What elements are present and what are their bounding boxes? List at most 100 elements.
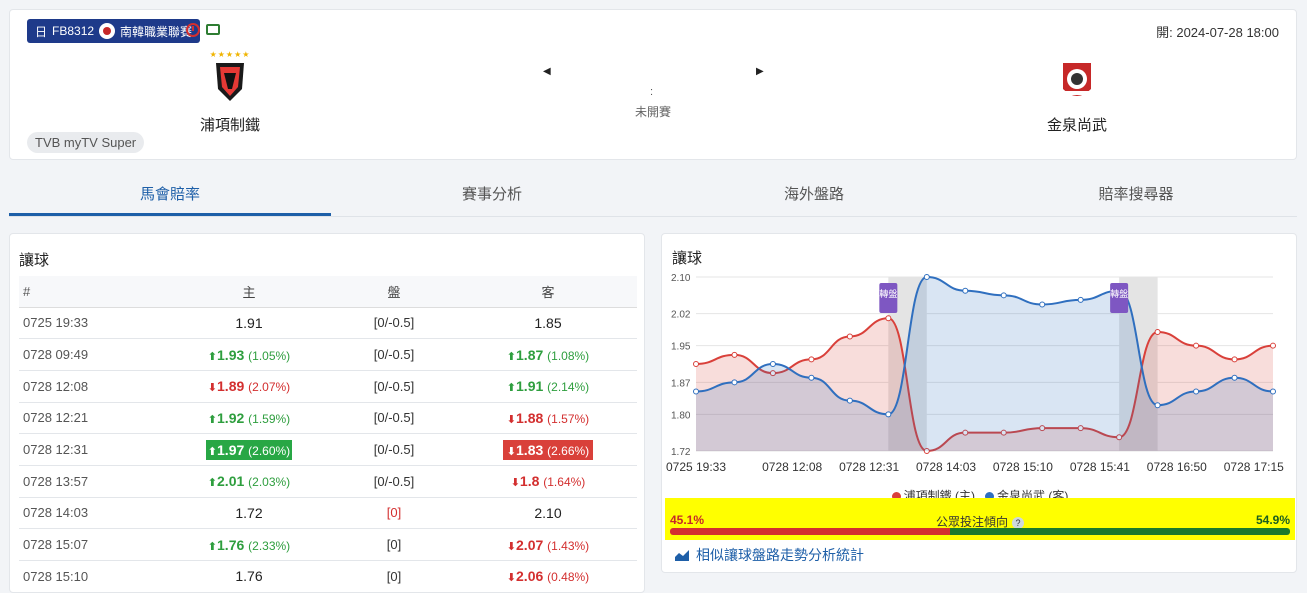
arrow-down-icon: ⬇	[506, 413, 517, 426]
x-tick-label: 0728 16:50	[1147, 460, 1207, 474]
handicap-line: [0/-0.5]	[329, 370, 459, 403]
x-tick-label: 0728 12:31	[839, 460, 899, 474]
series-point-0	[1193, 342, 1200, 349]
y-tick-label: 2.02	[671, 310, 691, 321]
handicap-line: [0]	[329, 497, 459, 530]
row-time: 0728 12:31	[19, 433, 169, 466]
away-odds-change: (2.14%)	[547, 380, 590, 395]
handicap-line: [0/-0.5]	[329, 307, 459, 340]
home-odds-value: ⬆1.93 (1.05%)	[208, 347, 290, 363]
home-odds-value: 1.72	[235, 505, 262, 521]
bet-slip-icon[interactable]	[206, 24, 220, 35]
home-odds-change: (2.33%)	[248, 538, 291, 553]
arrow-up-icon: ⬆	[207, 445, 218, 458]
line-change-marker-label: 轉盤	[879, 288, 897, 299]
arrow-down-icon: ⬇	[207, 382, 218, 395]
table-row: 0728 12:21 ⬆1.92 (1.59%) [0/-0.5] ⬇1.88 (1.…	[19, 402, 637, 435]
series-point-1	[923, 274, 930, 280]
away-odds-number: 1.8	[519, 473, 540, 490]
home-odds-number: 1.97	[217, 441, 245, 458]
series-point-0	[1154, 328, 1161, 335]
series-point-1	[769, 361, 776, 367]
odds-line-chart: 2.10 2.02 1.95 1.87 1.80 1.72 0725 19:33 0728 1…	[666, 273, 1284, 474]
home-odds-number: 1.89	[217, 378, 245, 395]
y-tick-label: 2.10	[671, 273, 691, 284]
tab-match-analysis[interactable]: 賽事分析	[331, 176, 653, 216]
score-separator: :	[650, 86, 654, 98]
table-row: 0728 12:31 ⬆1.97 (2.60%) [0/-0.5] ⬇1.83 (2.…	[19, 433, 637, 466]
table-row: 0728 14:03 1.72 [0] 2.10	[19, 497, 637, 530]
clock-icon[interactable]	[186, 23, 200, 37]
header-line: 盤	[329, 276, 459, 308]
arrow-up-icon: ⬆	[207, 350, 218, 363]
away-odds-cell: 1.85	[459, 307, 637, 340]
arrow-down-icon: ⬇	[506, 540, 517, 553]
home-odds-change: (2.07%)	[248, 380, 291, 395]
table-row: 0728 15:07 ⬆1.76 (2.33%) [0] ⬇2.07 (1.43%)	[19, 528, 637, 561]
x-tick-label: 0728 15:10	[993, 460, 1053, 474]
arrow-up-icon: ⬆	[207, 413, 218, 426]
public-betting-trend: 45.1% 公眾投注傾向? 54.9%	[665, 498, 1295, 540]
away-odds-value: ⬇1.83 (2.66%)	[502, 439, 594, 460]
arrow-down-icon: ⬇	[506, 445, 517, 458]
series-point-0	[885, 315, 892, 322]
home-team[interactable]: ★★★★★ 浦項制鐵	[160, 50, 300, 135]
away-odds-change: (1.64%)	[543, 475, 586, 490]
home-odds-value: ⬆1.92 (1.59%)	[208, 410, 290, 426]
home-odds-number: 1.76	[235, 568, 263, 585]
similar-analysis-link[interactable]: 相似讓球盤路走勢分析統計	[674, 545, 864, 565]
away-odds-value: ⬇1.88 (1.57%)	[507, 410, 589, 426]
match-badge[interactable]: 日 FB8312 南韓職業聯賽	[27, 19, 201, 43]
home-odds-number: 1.92	[217, 409, 245, 426]
match-header: 日 FB8312 南韓職業聯賽 開: 2024-07-28 18:00 ★★★★…	[9, 9, 1297, 160]
away-odds-number: 1.85	[534, 314, 562, 331]
away-odds-cell: ⬆1.91 (2.14%)	[459, 370, 637, 403]
y-tick-label: 1.72	[671, 447, 691, 458]
tab-overseas-lines[interactable]: 海外盤路	[653, 176, 975, 216]
away-odds-number: 1.91	[516, 378, 544, 395]
next-arrow-icon[interactable]: ▶	[756, 66, 764, 77]
arrow-up-icon: ⬆	[207, 540, 218, 553]
series-point-1	[1077, 296, 1084, 303]
tv-channel-chip[interactable]: TVB myTV Super	[27, 132, 145, 153]
x-tick-label: 0728 17:15	[1224, 460, 1284, 474]
home-odds-cell: ⬆2.01 (2.03%)	[169, 465, 329, 498]
home-odds-cell: ⬆1.92 (1.59%)	[169, 402, 329, 435]
tab-hkjc-odds[interactable]: 馬會賠率	[9, 176, 331, 216]
handicap-line: [0/-0.5]	[329, 402, 459, 435]
away-odds-value: ⬆1.91 (2.14%)	[507, 378, 589, 394]
table-row: 0728 12:08 ⬇1.89 (2.07%) [0/-0.5] ⬆1.91 (2.…	[19, 370, 637, 403]
handicap-line: [0/-0.5]	[329, 465, 459, 498]
y-tick-label: 1.87	[671, 378, 691, 389]
handicap-line: [0/-0.5]	[329, 433, 459, 466]
home-odds-number: 1.76	[217, 536, 245, 553]
arrow-up-icon: ⬆	[506, 382, 517, 395]
league-logo-icon	[99, 23, 116, 39]
home-odds-cell: 1.72	[169, 497, 329, 530]
home-stars: ★★★★★	[209, 50, 251, 59]
series-point-1	[808, 374, 815, 381]
away-odds-cell: ⬇1.83 (2.66%)	[459, 433, 637, 466]
handicap-line: [0]	[329, 560, 459, 592]
away-team[interactable]: ★ 金泉尚武	[1007, 50, 1147, 135]
series-point-0	[1270, 342, 1276, 349]
row-time: 0728 12:21	[19, 402, 169, 435]
home-odds-value: 1.76	[235, 568, 262, 584]
table-row: 0728 15:10 1.76 [0] ⬇2.06 (0.48%)	[19, 560, 637, 592]
home-odds-value: ⬇1.89 (2.07%)	[208, 378, 290, 394]
series-point-1	[1270, 388, 1276, 395]
home-odds-cell: 1.76	[169, 560, 329, 592]
row-time: 0728 15:10	[19, 560, 169, 592]
home-odds-cell: ⬇1.89 (2.07%)	[169, 370, 329, 403]
odds-table: # 主 盤 客 0725 19:33 1.91 [0/-0.5] 1.85 0728 0…	[19, 276, 637, 592]
series-point-0	[1231, 356, 1238, 363]
row-time: 0728 09:49	[19, 338, 169, 371]
tab-odds-search[interactable]: 賠率搜尋器	[975, 176, 1297, 216]
home-odds-number: 1.91	[235, 314, 263, 331]
away-odds-cell: ⬇2.07 (1.43%)	[459, 528, 637, 561]
prev-arrow-icon[interactable]: ◀	[543, 66, 551, 77]
away-odds-cell: ⬆1.87 (1.08%)	[459, 338, 637, 371]
home-odds-value: ⬆1.76 (2.33%)	[208, 537, 290, 553]
badge-code: FB8312	[52, 24, 95, 38]
away-odds-number: 1.83	[516, 441, 544, 458]
